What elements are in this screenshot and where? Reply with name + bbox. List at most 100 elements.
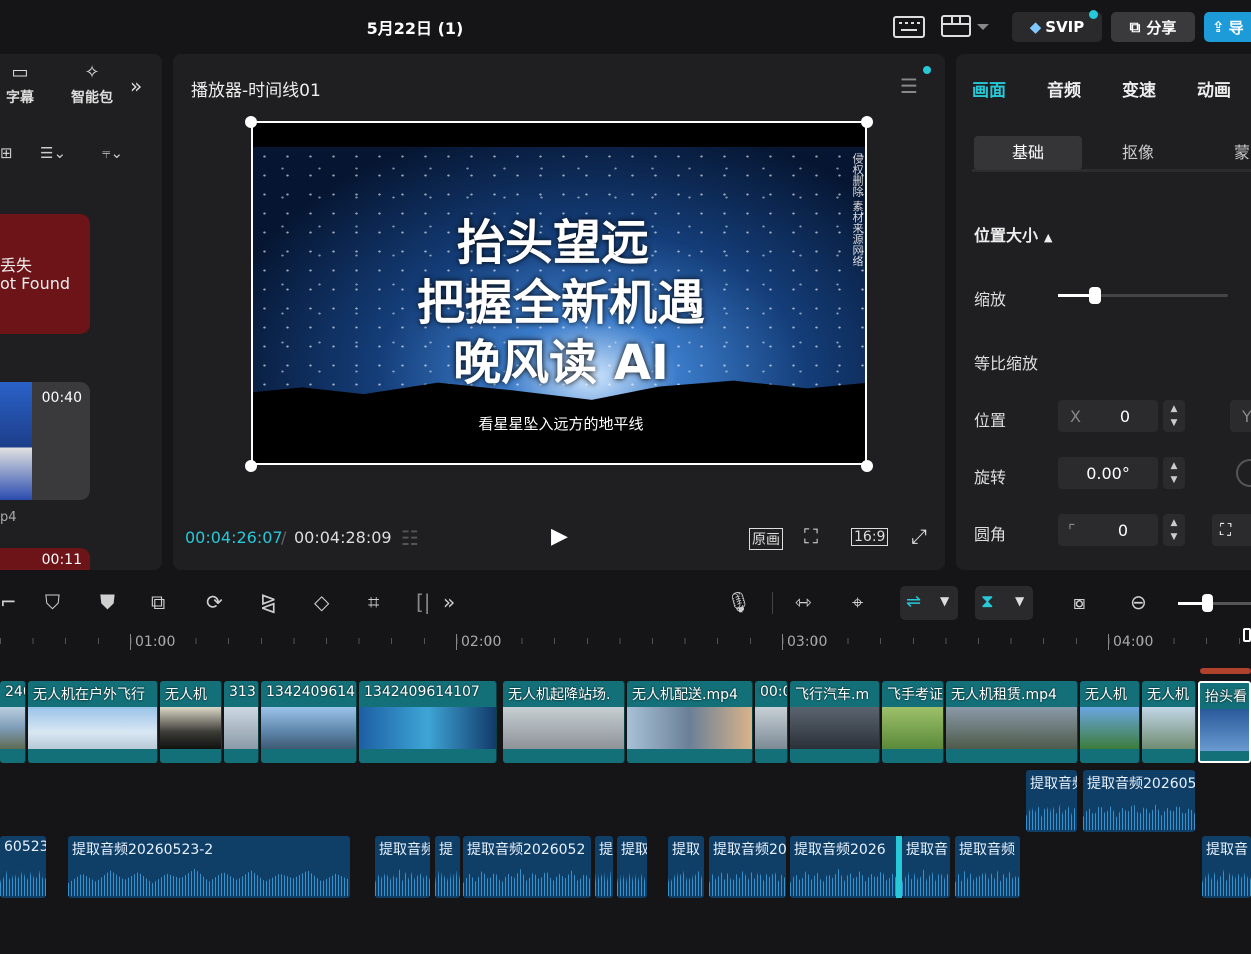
position-x-field[interactable]: X0: [1058, 400, 1158, 432]
expand-more-icon[interactable]: »: [130, 74, 142, 98]
audio-clip[interactable]: 提取音频20: [709, 836, 786, 898]
audio-clip[interactable]: 提取音频202605: [1083, 770, 1195, 832]
audio-clip[interactable]: 提取音频20260523-2: [68, 836, 350, 898]
original-quality-button[interactable]: 原画: [749, 528, 783, 550]
video-clip[interactable]: 无人机: [1142, 681, 1196, 763]
clip-label: 1342409614107: [364, 684, 480, 700]
video-clip[interactable]: 飞手考证: [882, 681, 944, 763]
marker-icon[interactable]: ⛊: [100, 592, 115, 612]
zoom-slider-knob[interactable]: [1202, 594, 1213, 612]
audio-clip[interactable]: 提取音频2026052: [463, 836, 591, 898]
resize-handle-tl[interactable]: [245, 116, 257, 128]
section-position-size[interactable]: 位置大小 ▲: [974, 222, 1052, 246]
notification-dot: [1089, 10, 1098, 19]
freeze-frame-icon[interactable]: ⧉: [151, 592, 165, 612]
audio-clip[interactable]: 提取音频: [1026, 770, 1077, 832]
video-clip[interactable]: 1342409614107: [359, 681, 497, 763]
position-x-stepper[interactable]: ▲ ▼: [1163, 400, 1185, 432]
play-icon[interactable]: ▶: [551, 524, 568, 549]
scale-slider-knob[interactable]: [1089, 287, 1102, 304]
uniform-scale-label: 等比缩放: [974, 354, 1039, 373]
audio-clip[interactable]: 提取音频: [375, 836, 430, 898]
layout-icon[interactable]: [941, 14, 993, 41]
player-menu-icon[interactable]: ☰: [900, 74, 918, 98]
audio-clip[interactable]: 提取: [617, 836, 647, 898]
filter-icon[interactable]: ⫧⌄: [102, 144, 123, 162]
video-clip[interactable]: 飞行汽车.m: [790, 681, 880, 763]
microphone-icon[interactable]: 🎙: [726, 592, 751, 612]
video-clip[interactable]: 无人机起降站场.: [503, 681, 625, 763]
resize-handle-tr[interactable]: [861, 116, 873, 128]
aspect-ratio-button[interactable]: 16:9: [851, 528, 889, 546]
resize-handle-bl[interactable]: [245, 460, 257, 472]
video-clip[interactable]: 无人机: [1080, 681, 1140, 763]
list-view-icon[interactable]: ☷: [401, 526, 419, 550]
zoom-fit-icon[interactable]: ⛶: [804, 524, 818, 548]
video-clip[interactable]: 1342409614: [261, 681, 357, 763]
video-clip[interactable]: 240: [0, 681, 26, 763]
subtitle-tool[interactable]: ▭ 字幕: [2, 62, 38, 107]
missing-media-card[interactable]: 丢失 ot Found: [0, 214, 90, 334]
split-icon[interactable]: ⌐: [0, 592, 17, 612]
media-card-news[interactable]: 00:40: [0, 382, 90, 500]
subtab-keying[interactable]: 抠像: [1084, 136, 1192, 170]
snap-icon[interactable]: ⌖: [852, 592, 863, 612]
mirror-icon[interactable]: ⧎: [260, 592, 277, 612]
video-clip[interactable]: 无人机租赁.mp4: [946, 681, 1078, 763]
export-button[interactable]: ⇪ 导: [1204, 12, 1251, 42]
trim-icon[interactable]: [|: [416, 592, 431, 612]
fullscreen-icon[interactable]: ⤢: [911, 524, 927, 548]
rotation-field[interactable]: 0.00°: [1058, 457, 1158, 489]
audio-clip[interactable]: 60523-: [0, 836, 46, 898]
video-clip[interactable]: 313: [224, 681, 259, 763]
rotation-stepper[interactable]: ▲ ▼: [1163, 457, 1185, 489]
rotate-icon[interactable]: ◇: [314, 592, 329, 612]
crop-icon[interactable]: ⌗: [368, 592, 379, 612]
audio-clip[interactable]: 提取音频: [955, 836, 1020, 898]
zoom-out-icon[interactable]: ⊖: [1130, 592, 1147, 612]
preview-axis-button[interactable]: ⧗ ▼: [975, 586, 1033, 620]
audio-clip[interactable]: 提: [435, 836, 460, 898]
marker-add-icon[interactable]: ⛉: [45, 592, 60, 612]
rotation-dial[interactable]: [1236, 459, 1251, 487]
video-preview[interactable]: 抬头望远 把握全新机遇 晚风读 AI 看星星坠入远方的地平线 侵权删除 素材来源…: [251, 121, 867, 465]
video-clip[interactable]: 无人机配送.mp4: [627, 681, 753, 763]
subtab-mask[interactable]: 蒙: [1234, 136, 1251, 170]
tab-picture[interactable]: 画面: [972, 76, 1006, 101]
subtab-basic[interactable]: 基础: [974, 136, 1082, 170]
video-clip[interactable]: 无人机在户外飞行: [28, 681, 158, 763]
tab-speed[interactable]: 变速: [1122, 76, 1156, 101]
video-clip[interactable]: 无人机: [160, 681, 222, 763]
corner-field[interactable]: ⌜ 0: [1058, 514, 1158, 546]
smart-pack-tool[interactable]: ✧ 智能包: [60, 62, 124, 107]
tab-audio[interactable]: 音频: [1047, 76, 1081, 101]
timeline-ruler[interactable]: 01:00 02:00 03:00 04:00: [0, 628, 1251, 658]
timeline-zoom-slider[interactable]: [1178, 594, 1251, 612]
corner-options-button[interactable]: ⛶: [1212, 514, 1251, 546]
keyboard-icon[interactable]: [893, 16, 925, 41]
link-clips-icon[interactable]: ⇿: [795, 592, 812, 612]
audio-clip[interactable]: 提取: [668, 836, 704, 898]
audio-clip[interactable]: 提: [595, 836, 613, 898]
tab-animation[interactable]: 动画: [1197, 76, 1231, 101]
position-y-field[interactable]: Y: [1230, 400, 1251, 432]
sort-icon[interactable]: ☰⌄: [40, 144, 66, 162]
audio-clip[interactable]: 提取音: [1202, 836, 1251, 898]
media-card-2[interactable]: 00:11: [0, 548, 90, 570]
preview-zoom-icon[interactable]: ⧇: [1073, 592, 1086, 612]
svip-button[interactable]: ◆ SVIP: [1012, 10, 1102, 42]
x-value: 0: [1119, 406, 1130, 426]
audio-clip[interactable]: 提取音频2026: [790, 836, 898, 898]
more-tools-icon[interactable]: »: [443, 592, 455, 612]
video-clip[interactable]: 00:0: [755, 681, 788, 763]
corner-stepper[interactable]: ▲ ▼: [1163, 514, 1185, 546]
share-button[interactable]: ⧉ 分享: [1111, 12, 1195, 42]
scale-slider[interactable]: [1058, 287, 1228, 304]
main-track-magnet-button[interactable]: ⇌ ▼: [900, 586, 958, 620]
playhead-handle[interactable]: [1243, 628, 1251, 642]
resize-handle-br[interactable]: [861, 460, 873, 472]
video-clip-selected[interactable]: 抬头看: [1198, 681, 1251, 763]
grid-view-icon[interactable]: ⊞: [0, 144, 13, 162]
reverse-icon[interactable]: ⟳: [206, 592, 223, 612]
audio-clip[interactable]: 提取音: [902, 836, 950, 898]
